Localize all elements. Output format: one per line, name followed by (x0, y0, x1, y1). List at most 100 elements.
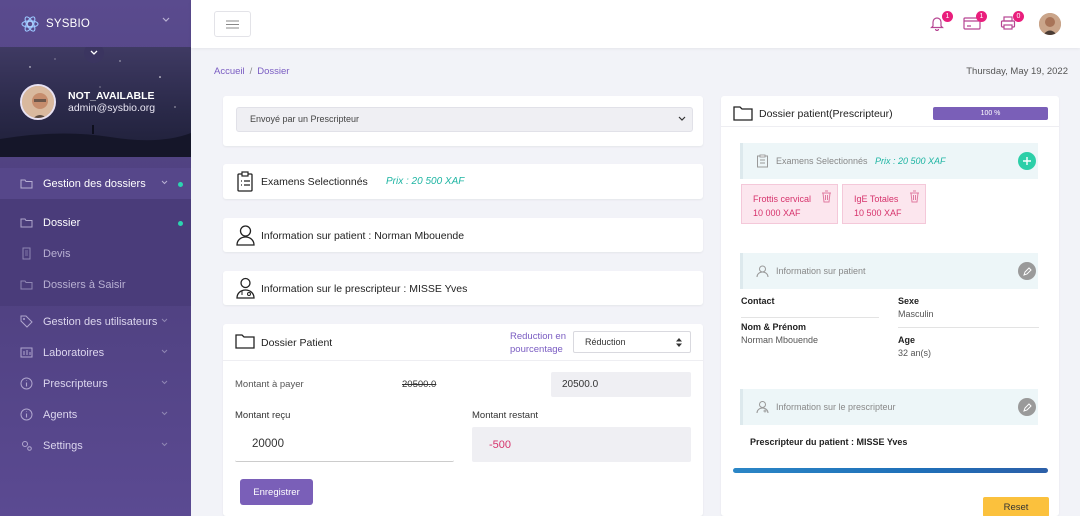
hamburger-icon (226, 19, 239, 29)
info-circle-icon (20, 408, 33, 421)
chevron-down-icon (161, 411, 168, 416)
folder-icon (20, 179, 33, 189)
sidebar-item-devis[interactable]: Devis (0, 238, 191, 269)
summary-exams-section: Examens Selectionnés Prix : 20 500 XAF (740, 143, 1038, 179)
doctor-icon (236, 277, 255, 299)
menu-section-dossiers: Gestion des dossiers Dossier Devis Dossi… (0, 168, 191, 306)
clipboard-list-icon (237, 171, 253, 192)
sender-select[interactable]: Envoyé par un Prescripteur (236, 107, 693, 132)
amount-due-label: Montant à payer (235, 379, 304, 390)
sexe-value: Masculin (898, 309, 934, 319)
amount-due-value: 20500.0 (562, 379, 599, 390)
menu-section-main: Gestion des utilisateurs Laboratoires Pr… (0, 306, 191, 461)
user-icon (756, 265, 769, 278)
summary-patient-section: Information sur patient (740, 253, 1038, 289)
save-button[interactable]: Enregistrer (240, 479, 313, 505)
sidebar-item-agents[interactable]: Agents (0, 399, 191, 430)
add-exam-button[interactable] (1018, 152, 1036, 170)
trash-icon[interactable] (909, 190, 920, 203)
sidebar-item-settings[interactable]: Settings (0, 430, 191, 461)
amount-due-field[interactable]: 20500.0 (551, 372, 691, 397)
sidebar-item-label: Settings (43, 439, 83, 452)
notification-count-badge: 1 (942, 11, 953, 22)
breadcrumb-home[interactable]: Accueil (214, 66, 245, 77)
plus-icon (1023, 157, 1031, 165)
sender-select-value: Envoyé par un Prescripteur (250, 114, 360, 124)
doctor-icon (756, 401, 769, 414)
summary-exams-price: Prix : 20 500 XAF (875, 156, 946, 166)
edit-patient-button[interactable] (1018, 262, 1036, 280)
prescriber-info-card[interactable]: Information sur le prescripteur : MISSE … (223, 271, 703, 305)
breadcrumb-current[interactable]: Dossier (257, 66, 289, 77)
active-indicator (178, 221, 183, 226)
reduction-label: Reduction en pourcentage (510, 331, 566, 355)
chevron-down-icon (161, 349, 168, 354)
divider (223, 360, 703, 361)
sidebar-item-laboratoires[interactable]: Laboratoires (0, 337, 191, 368)
submenu: Dossier Devis Dossiers à Saisir (0, 207, 191, 300)
avatar[interactable] (20, 84, 56, 120)
user-email: admin@sysbio.org (68, 102, 156, 114)
sender-card: Envoyé par un Prescripteur (223, 96, 703, 146)
dossier-summary: Dossier patient(Prescripteur) 100 % Exam… (721, 96, 1059, 516)
progress-bar: 100 % (933, 107, 1048, 120)
summary-patient-label: Information sur patient (776, 266, 866, 276)
sort-arrows-icon (676, 338, 682, 347)
prescriber-value: Prescripteur du patient : MISSE Yves (750, 437, 908, 447)
user-avatar-image (1039, 13, 1061, 35)
folder-open-icon (20, 218, 33, 228)
chevron-down-icon[interactable] (162, 17, 170, 23)
topbar: 1 1 0 (191, 0, 1080, 48)
exams-title: Examens Selectionnés (261, 176, 368, 188)
sidebar-item-gestion-utilisateurs[interactable]: Gestion des utilisateurs (0, 306, 191, 337)
print-button[interactable]: 0 (1000, 11, 1024, 33)
sidebar-item-label: Dossier (43, 216, 81, 229)
summary-prescriber-label: Information sur le prescripteur (776, 402, 896, 412)
chevron-down-icon (90, 50, 98, 55)
sysbio-logo-icon (21, 15, 39, 32)
edit-prescriber-button[interactable] (1018, 398, 1036, 416)
message-count-badge: 1 (976, 11, 987, 22)
user-name: NOT_AVAILABLE (68, 90, 155, 102)
breadcrumb: Accueil / Dossier (214, 66, 290, 77)
completion-bar (733, 468, 1048, 473)
sidebar-item-label: Laboratoires (43, 346, 105, 359)
reduction-select[interactable]: Réduction (573, 331, 691, 353)
active-indicator (178, 182, 183, 187)
dossier-title: Dossier Patient (261, 337, 333, 349)
document-icon (22, 247, 31, 260)
chevron-down-icon (161, 318, 168, 323)
menu-toggle-button[interactable] (214, 11, 251, 37)
age-value: 32 an(s) (898, 348, 932, 358)
sidebar-item-prescripteurs[interactable]: Prescripteurs (0, 368, 191, 399)
amount-remaining-field: -500 (472, 427, 691, 462)
sidebar-item-gestion-dossiers[interactable]: Gestion des dossiers (0, 168, 191, 199)
avatar[interactable] (1039, 13, 1061, 35)
current-date: Thursday, May 19, 2022 (966, 66, 1068, 77)
messages-button[interactable]: 1 (963, 11, 987, 33)
sidebar-item-label: Gestion des utilisateurs (43, 315, 158, 328)
chevron-down-icon (678, 116, 686, 121)
notifications-button[interactable]: 1 (929, 11, 953, 33)
reset-button[interactable]: Reset (983, 497, 1049, 516)
exam-chip: Frottis cervical 10 000 XAF (741, 184, 838, 224)
sidebar-item-label: Devis (43, 247, 71, 260)
amount-received-input[interactable]: 20000 (235, 427, 454, 462)
sidebar-item-label: Prescripteurs (43, 377, 108, 390)
patient-info-card[interactable]: Information sur patient : Norman Mbouend… (223, 218, 703, 252)
exam-price: 10 500 XAF (854, 208, 902, 218)
reduction-select-value: Réduction (585, 337, 626, 347)
prescriber-info-label: Information sur le prescripteur : MISSE … (261, 283, 468, 295)
exams-card[interactable]: Examens Selectionnés Prix : 20 500 XAF (223, 164, 703, 199)
trash-icon[interactable] (821, 190, 832, 203)
dossier-patient-form: Dossier Patient Reduction en pourcentage… (223, 324, 703, 516)
sidebar-item-dossiers-a-saisir[interactable]: Dossiers à Saisir (0, 269, 191, 300)
divider (741, 317, 879, 318)
exam-chip: IgE Totales 10 500 XAF (842, 184, 926, 224)
amount-remaining-label: Montant restant (472, 410, 539, 421)
sidebar-item-dossier[interactable]: Dossier (0, 207, 191, 238)
divider (721, 126, 1059, 127)
pencil-icon (1022, 266, 1032, 276)
chevron-down-icon (161, 380, 168, 385)
name-value: Norman Mbouende (741, 335, 819, 345)
